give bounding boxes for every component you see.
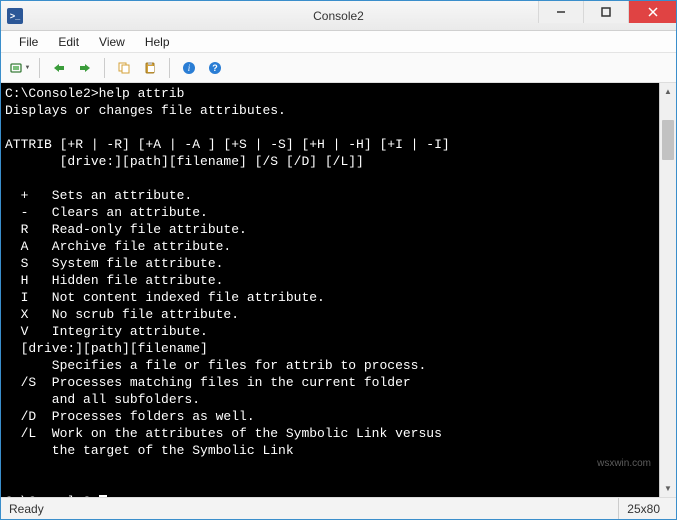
window-controls [538, 1, 676, 30]
cursor [99, 495, 107, 497]
scroll-up-button[interactable]: ▲ [660, 83, 676, 100]
close-button[interactable] [628, 1, 676, 23]
minimize-button[interactable] [538, 1, 583, 23]
help-icon: ? [208, 61, 222, 75]
scroll-track[interactable] [660, 100, 676, 480]
close-icon [648, 7, 658, 17]
svg-text:?: ? [212, 63, 218, 73]
scroll-down-button[interactable]: ▼ [660, 480, 676, 497]
scroll-thumb[interactable] [662, 120, 674, 160]
terminal-area: C:\Console2>help attrib Displays or chan… [1, 83, 676, 497]
paste-icon [143, 61, 157, 75]
minimize-icon [556, 7, 566, 17]
next-tab-button[interactable] [74, 57, 96, 79]
about-button[interactable]: ? [204, 57, 226, 79]
arrow-right-icon [78, 62, 92, 74]
separator [104, 58, 105, 78]
menu-edit[interactable]: Edit [50, 33, 87, 51]
separator [39, 58, 40, 78]
menu-view[interactable]: View [91, 33, 133, 51]
app-icon: >_ [7, 8, 23, 24]
menubar: File Edit View Help [1, 31, 676, 53]
terminal-output[interactable]: C:\Console2>help attrib Displays or chan… [1, 83, 659, 497]
new-tab-button[interactable]: ▼ [9, 57, 31, 79]
menu-file[interactable]: File [11, 33, 46, 51]
arrow-left-icon [52, 62, 66, 74]
dropdown-icon: ▼ [25, 65, 31, 71]
copy-icon [117, 61, 131, 75]
copy-button[interactable] [113, 57, 135, 79]
new-tab-icon [10, 61, 24, 75]
maximize-button[interactable] [583, 1, 628, 23]
maximize-icon [601, 7, 611, 17]
separator [169, 58, 170, 78]
statusbar: Ready 25x80 [1, 497, 676, 519]
toolbar: ▼ i ? [1, 53, 676, 83]
paste-button[interactable] [139, 57, 161, 79]
menu-help[interactable]: Help [137, 33, 178, 51]
status-left: Ready [9, 502, 44, 516]
titlebar: >_ Console2 [1, 1, 676, 31]
status-dimensions: 25x80 [618, 498, 668, 519]
info-icon: i [182, 61, 196, 75]
vertical-scrollbar[interactable]: ▲ ▼ [659, 83, 676, 497]
settings-button[interactable]: i [178, 57, 200, 79]
prev-tab-button[interactable] [48, 57, 70, 79]
